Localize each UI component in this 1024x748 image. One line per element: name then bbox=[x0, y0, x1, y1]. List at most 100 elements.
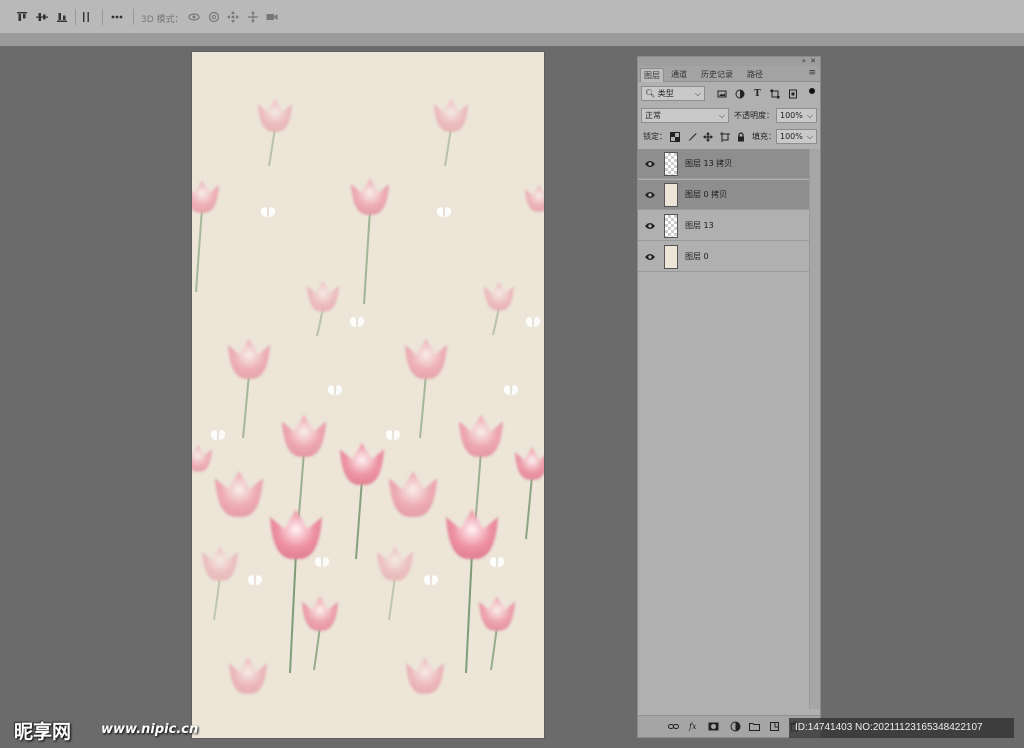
chevron-down-icon: ⌵ bbox=[718, 111, 725, 120]
pan-3d-icon[interactable] bbox=[227, 11, 239, 23]
tab-history[interactable]: 历史记录 bbox=[698, 68, 736, 82]
toolbar-separator bbox=[75, 9, 76, 25]
tulip-flower bbox=[377, 546, 413, 621]
layer-thumbnail bbox=[664, 183, 678, 207]
layers-panel: » ✕ 图层 通道 历史记录 路径 ≡ 🔍︎ 类型 ⌵ T 正常 ⌵ 不透明度：… bbox=[637, 56, 821, 738]
tulip-flower bbox=[515, 447, 544, 540]
visibility-eye-icon[interactable] bbox=[644, 190, 656, 200]
panel-tabs: 图层 通道 历史记录 路径 ≡ bbox=[638, 66, 820, 82]
lock-label: 锁定： bbox=[643, 132, 667, 141]
butterfly bbox=[489, 557, 505, 567]
filter-kind-label: 类型 bbox=[657, 89, 674, 98]
layer-thumbnail bbox=[664, 245, 678, 269]
panel-title-bar: » ✕ bbox=[638, 57, 820, 66]
document-canvas[interactable] bbox=[192, 52, 544, 738]
layer-row[interactable]: 图层 0 bbox=[638, 242, 809, 272]
layer-row[interactable]: 图层 13 拷贝 bbox=[638, 149, 809, 179]
collapse-icon[interactable]: » bbox=[802, 57, 806, 66]
slide-3d-icon[interactable] bbox=[247, 11, 259, 23]
chevron-down-icon: ⌵ bbox=[694, 89, 701, 98]
tulip-flower bbox=[302, 596, 338, 671]
layer-row[interactable]: 图层 13 bbox=[638, 211, 809, 241]
tulip-flower bbox=[434, 99, 468, 167]
tulip-flower bbox=[479, 596, 515, 671]
align-top-icon[interactable] bbox=[16, 11, 28, 23]
adjustment-icon[interactable] bbox=[730, 721, 741, 732]
butterfly bbox=[349, 317, 365, 327]
butterfly bbox=[327, 385, 343, 395]
tulip-flower bbox=[406, 657, 444, 694]
chevron-down-icon: ⌵ bbox=[806, 111, 813, 120]
align-bottom-icon[interactable] bbox=[56, 11, 68, 23]
filter-kind-select[interactable]: 🔍︎ 类型 ⌵ bbox=[641, 86, 705, 101]
mask-icon[interactable] bbox=[708, 721, 719, 732]
fx-icon[interactable]: fx bbox=[689, 720, 696, 733]
filter-row: 🔍︎ 类型 ⌵ T bbox=[638, 84, 820, 105]
blend-mode-select[interactable]: 正常 ⌵ bbox=[641, 108, 729, 123]
lock-row: 锁定： 填充： 100% ⌵ bbox=[638, 126, 820, 147]
tulip-flower bbox=[282, 415, 326, 527]
link-icon[interactable] bbox=[668, 721, 679, 732]
toolbar-separator bbox=[133, 9, 134, 25]
adjustment-filter-icon[interactable] bbox=[735, 89, 745, 99]
visibility-eye-icon[interactable] bbox=[644, 252, 656, 262]
lock-all-icon[interactable] bbox=[736, 132, 746, 142]
butterfly bbox=[503, 385, 519, 395]
search-icon: 🔍︎ bbox=[645, 89, 656, 98]
tulip-flower bbox=[229, 657, 267, 694]
tab-paths[interactable]: 路径 bbox=[744, 68, 766, 82]
tulip-flower bbox=[228, 338, 270, 439]
tulip-flower bbox=[459, 415, 503, 527]
butterfly bbox=[436, 207, 452, 217]
opacity-field[interactable]: 100% ⌵ bbox=[776, 108, 817, 123]
shape-filter-icon[interactable] bbox=[770, 89, 780, 99]
fill-label: 填充： bbox=[752, 132, 776, 141]
blend-row: 正常 ⌵ 不透明度： 100% ⌵ bbox=[638, 105, 820, 126]
filter-toggle-icon[interactable] bbox=[808, 87, 816, 95]
close-icon[interactable]: ✕ bbox=[810, 57, 816, 66]
align-vcenter-icon[interactable] bbox=[36, 11, 48, 23]
watermark-id: ID:14741403 NO:20211123165348422107 bbox=[789, 718, 1014, 738]
chevron-down-icon: ⌵ bbox=[806, 132, 813, 141]
tulip-flower bbox=[270, 509, 322, 674]
butterfly bbox=[423, 575, 439, 585]
tulip-flower bbox=[351, 178, 389, 305]
more-icon[interactable] bbox=[111, 11, 123, 23]
folder-icon[interactable] bbox=[749, 721, 760, 732]
visibility-eye-icon[interactable] bbox=[644, 159, 656, 169]
lock-position-icon[interactable] bbox=[703, 132, 713, 142]
layer-row[interactable]: 图层 0 拷贝 bbox=[638, 180, 809, 210]
layer-name: 图层 0 拷贝 bbox=[685, 190, 728, 199]
watermark-url: www.nipic.cn bbox=[101, 722, 199, 737]
tab-layers[interactable]: 图层 bbox=[640, 68, 664, 82]
layer-name: 图层 0 bbox=[685, 252, 709, 261]
orbit-3d-icon[interactable] bbox=[188, 11, 200, 23]
smart-object-filter-icon[interactable] bbox=[788, 89, 798, 99]
camera-3d-icon[interactable] bbox=[266, 11, 278, 23]
lock-artboard-icon[interactable] bbox=[720, 132, 730, 142]
pixel-filter-icon[interactable] bbox=[717, 89, 727, 99]
type-filter-icon[interactable]: T bbox=[754, 88, 761, 101]
tulip-flower bbox=[258, 99, 292, 167]
tulip-flower bbox=[405, 338, 447, 439]
lock-transparent-icon[interactable] bbox=[670, 132, 680, 142]
toolbar-separator bbox=[102, 9, 103, 25]
lock-pixels-icon[interactable] bbox=[687, 132, 697, 142]
roll-3d-icon[interactable] bbox=[208, 11, 220, 23]
3d-mode-label: 3D 模式： bbox=[141, 15, 184, 25]
tulip-flower bbox=[446, 509, 498, 674]
tab-channels[interactable]: 通道 bbox=[668, 68, 690, 82]
options-bar: 3D 模式： bbox=[0, 0, 1024, 34]
tulip-flower bbox=[215, 471, 263, 518]
layer-name: 图层 13 bbox=[685, 221, 714, 230]
distribute-icon[interactable] bbox=[80, 11, 92, 23]
new-layer-icon[interactable] bbox=[769, 721, 780, 732]
butterfly bbox=[525, 317, 541, 327]
butterfly bbox=[247, 575, 263, 585]
butterfly bbox=[260, 207, 276, 217]
layers-scrollbar[interactable] bbox=[809, 149, 820, 709]
panel-menu-icon[interactable]: ≡ bbox=[808, 69, 816, 78]
fill-field[interactable]: 100% ⌵ bbox=[776, 129, 817, 144]
butterfly bbox=[385, 430, 401, 440]
visibility-eye-icon[interactable] bbox=[644, 221, 656, 231]
